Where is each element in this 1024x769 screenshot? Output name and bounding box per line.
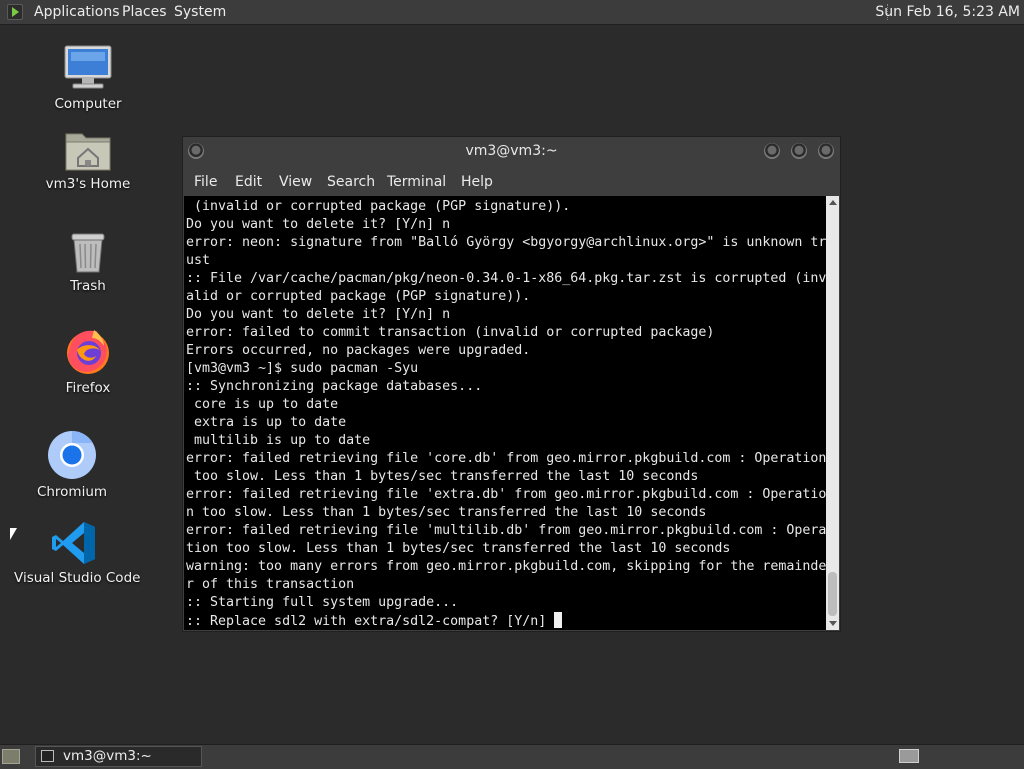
terminal-line: multilib is up to date — [186, 433, 371, 448]
terminal-line: error: failed retrieving file 'multilib.… — [186, 523, 826, 538]
bottom-panel: vm3@vm3:~ — [0, 744, 1024, 769]
minimize-button[interactable] — [764, 143, 780, 159]
terminal-line: [vm3@vm3 ~]$ sudo pacman -Syu — [186, 361, 419, 376]
terminal-line: alid or corrupted package (PGP signature… — [186, 289, 531, 304]
home-folder-icon — [65, 133, 111, 171]
terminal-line: ust — [186, 253, 211, 268]
menu-file[interactable]: File — [194, 174, 217, 190]
terminal-line: error: neon: signature from "Balló Györg… — [186, 235, 826, 250]
computer-icon — [64, 45, 112, 89]
show-desktop-icon[interactable] — [2, 749, 20, 764]
terminal-line: (invalid or corrupted package (PGP signa… — [186, 199, 571, 214]
terminal-line: Do you want to delete it? [Y/n] n — [186, 307, 451, 322]
desktop-icon-label: Chromium — [36, 484, 108, 500]
terminal-line: r of this transaction — [186, 577, 355, 592]
workspace-switcher[interactable] — [899, 749, 919, 763]
window-titlebar[interactable]: vm3@vm3:~ — [183, 137, 840, 167]
terminal-line: :: Synchronizing package databases... — [186, 379, 483, 394]
terminal-line: error: failed to commit transaction (inv… — [186, 325, 715, 340]
menu-search[interactable]: Search — [327, 174, 375, 190]
firefox-icon — [67, 330, 109, 374]
scrollbar-thumb[interactable] — [828, 572, 837, 616]
terminal-scrollbar[interactable] — [826, 196, 839, 630]
maximize-button[interactable] — [791, 143, 807, 159]
system-menu[interactable]: System — [174, 0, 226, 24]
close-button[interactable] — [818, 143, 834, 159]
menu-help[interactable]: Help — [461, 174, 493, 190]
terminal-menubar: File Edit View Search Terminal Help — [183, 168, 840, 196]
desktop-icon-firefox[interactable]: Firefox — [48, 326, 128, 396]
desktop-icon-home[interactable]: vm3's Home — [43, 128, 133, 192]
menu-terminal[interactable]: Terminal — [387, 174, 446, 190]
desktop-icon-label: vm3's Home — [45, 176, 131, 192]
terminal-line: error: failed retrieving file 'extra.db'… — [186, 487, 826, 502]
vscode-icon — [52, 522, 95, 564]
trash-icon — [71, 233, 105, 273]
terminal-cursor — [554, 612, 563, 628]
desktop-icon-vscode[interactable]: Visual Studio Code — [14, 520, 141, 586]
desktop-icon-trash[interactable]: Trash — [48, 228, 128, 294]
terminal-line: :: Starting full system upgrade... — [186, 595, 459, 610]
terminal-text: (invalid or corrupted package (PGP signa… — [186, 198, 826, 630]
terminal-line: n too slow. Less than 1 bytes/sec transf… — [186, 505, 707, 520]
top-panel: Applications Places System Sun Feb 16, 5… — [0, 0, 1024, 25]
scroll-up-arrow-icon[interactable] — [829, 200, 837, 205]
terminal-line: error: failed retrieving file 'core.db' … — [186, 451, 826, 466]
applications-logo-icon[interactable] — [7, 4, 23, 20]
terminal-line: Errors occurred, no packages were upgrad… — [186, 343, 531, 358]
desktop-icon-label: Computer — [54, 96, 122, 112]
terminal-window[interactable]: vm3@vm3:~ File Edit View Search Terminal… — [182, 136, 841, 632]
taskbar-window-label: vm3@vm3:~ — [63, 748, 152, 764]
desktop-icon-chromium[interactable]: Chromium — [32, 430, 112, 500]
terminal-line: :: Replace sdl2 with extra/sdl2-compat? … — [186, 614, 555, 629]
mouse-pointer-icon — [10, 528, 17, 540]
desktop-icon-label: Visual Studio Code — [14, 570, 141, 586]
chromium-icon — [48, 431, 96, 479]
terminal-output[interactable]: (invalid or corrupted package (PGP signa… — [184, 196, 826, 630]
menu-view[interactable]: View — [279, 174, 312, 190]
desktop-icon-label: Trash — [70, 278, 106, 294]
taskbar-window-button[interactable]: vm3@vm3:~ — [35, 746, 202, 767]
window-title: vm3@vm3:~ — [465, 143, 558, 159]
desktop-icon-computer[interactable]: Computer — [48, 44, 128, 112]
terminal-line: Do you want to delete it? [Y/n] n — [186, 217, 451, 232]
scroll-down-arrow-icon[interactable] — [829, 621, 837, 626]
clock[interactable]: Sun Feb 16, 5:23 AM — [875, 0, 1020, 24]
terminal-line: :: File /var/cache/pacman/pkg/neon-0.34.… — [186, 271, 826, 286]
menu-edit[interactable]: Edit — [235, 174, 262, 190]
terminal-icon — [41, 750, 54, 762]
terminal-line: tion too slow. Less than 1 bytes/sec tra… — [186, 541, 731, 556]
terminal-line: too slow. Less than 1 bytes/sec transfer… — [186, 469, 699, 484]
applications-menu[interactable]: Applications — [34, 0, 120, 24]
terminal-line: warning: too many errors from geo.mirror… — [186, 559, 826, 574]
terminal-line: extra is up to date — [186, 415, 347, 430]
terminal-line: core is up to date — [186, 397, 339, 412]
desktop-icon-label: Firefox — [65, 380, 111, 396]
places-menu[interactable]: Places — [122, 0, 167, 24]
